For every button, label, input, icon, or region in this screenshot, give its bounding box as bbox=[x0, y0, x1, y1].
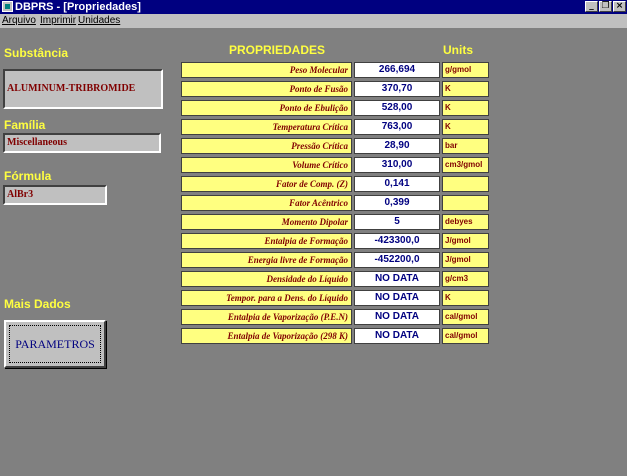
property-label: Volume Crítico bbox=[181, 157, 352, 173]
property-unit: J/gmol bbox=[442, 233, 489, 249]
property-value[interactable]: NO DATA bbox=[354, 328, 440, 344]
property-unit: cal/gmol bbox=[442, 309, 489, 325]
title-bar[interactable]: DBPRS - [Propriedades] _ ❐ × bbox=[0, 0, 627, 14]
property-value[interactable]: 266,694 bbox=[354, 62, 440, 78]
menu-imprimir[interactable]: Imprimir bbox=[40, 15, 76, 27]
property-unit: K bbox=[442, 119, 489, 135]
property-value[interactable]: 763,00 bbox=[354, 119, 440, 135]
property-value[interactable]: 5 bbox=[354, 214, 440, 230]
property-unit: cm3/gmol bbox=[442, 157, 489, 173]
formula-label: Fórmula bbox=[4, 169, 52, 183]
menu-arquivo[interactable]: Arquivo bbox=[2, 15, 36, 27]
property-unit: cal/gmol bbox=[442, 328, 489, 344]
property-value[interactable]: NO DATA bbox=[354, 271, 440, 287]
property-label: Peso Molecular bbox=[181, 62, 352, 78]
restore-icon[interactable]: ❐ bbox=[599, 1, 612, 12]
familia-field[interactable]: Miscellaneous bbox=[3, 133, 161, 153]
window-title: DBPRS - [Propriedades] bbox=[15, 1, 141, 13]
property-unit: J/gmol bbox=[442, 252, 489, 268]
menu-bar: Arquivo Imprimir Unidades bbox=[0, 14, 627, 28]
property-value[interactable]: 0,141 bbox=[354, 176, 440, 192]
property-value[interactable]: NO DATA bbox=[354, 290, 440, 306]
property-label: Fator Acêntrico bbox=[181, 195, 352, 211]
property-unit: debyes bbox=[442, 214, 489, 230]
property-unit: bar bbox=[442, 138, 489, 154]
property-value[interactable]: -423300,0 bbox=[354, 233, 440, 249]
property-unit: K bbox=[442, 100, 489, 116]
menu-unidades[interactable]: Unidades bbox=[78, 15, 120, 27]
property-label: Entalpia de Vaporização (P.E.N) bbox=[181, 309, 352, 325]
parametros-button-label: PARAMETROS bbox=[15, 336, 95, 351]
minimize-icon[interactable]: _ bbox=[585, 1, 598, 12]
property-value[interactable]: 528,00 bbox=[354, 100, 440, 116]
property-value[interactable]: -452200,0 bbox=[354, 252, 440, 268]
property-value[interactable]: 370,70 bbox=[354, 81, 440, 97]
mais-dados-label: Mais Dados bbox=[4, 297, 71, 311]
app-icon[interactable] bbox=[2, 1, 13, 12]
substancia-label: Substância bbox=[4, 46, 69, 60]
close-icon[interactable]: × bbox=[613, 1, 626, 12]
units-header: Units bbox=[443, 43, 473, 57]
familia-label: Família bbox=[4, 118, 46, 132]
property-unit: K bbox=[442, 81, 489, 97]
property-value[interactable]: 28,90 bbox=[354, 138, 440, 154]
formula-field[interactable]: AlBr3 bbox=[3, 185, 107, 205]
property-unit: K bbox=[442, 290, 489, 306]
property-value[interactable]: NO DATA bbox=[354, 309, 440, 325]
property-unit bbox=[442, 176, 489, 192]
property-label: Ponto de Fusão bbox=[181, 81, 352, 97]
parametros-button[interactable]: PARAMETROS bbox=[4, 320, 106, 368]
property-label: Pressão Crítica bbox=[181, 138, 352, 154]
property-value[interactable]: 310,00 bbox=[354, 157, 440, 173]
property-label: Energia livre de Formação bbox=[181, 252, 352, 268]
property-label: Entalpia de Formação bbox=[181, 233, 352, 249]
property-unit: g/cm3 bbox=[442, 271, 489, 287]
property-label: Entalpia de Vaporização (298 K) bbox=[181, 328, 352, 344]
property-label: Fator de Comp. (Z) bbox=[181, 176, 352, 192]
property-label: Temperatura Crítica bbox=[181, 119, 352, 135]
property-unit: g/gmol bbox=[442, 62, 489, 78]
property-label: Densidade do Líquido bbox=[181, 271, 352, 287]
substancia-field[interactable]: ALUMINUM-TRIBROMIDE bbox=[3, 69, 163, 109]
property-value[interactable]: 0,399 bbox=[354, 195, 440, 211]
property-label: Tempor. para a Dens. do Líquido bbox=[181, 290, 352, 306]
property-label: Ponto de Ebulição bbox=[181, 100, 352, 116]
propriedades-header: PROPRIEDADES bbox=[229, 43, 326, 57]
property-unit bbox=[442, 195, 489, 211]
property-label: Momento Dipolar bbox=[181, 214, 352, 230]
